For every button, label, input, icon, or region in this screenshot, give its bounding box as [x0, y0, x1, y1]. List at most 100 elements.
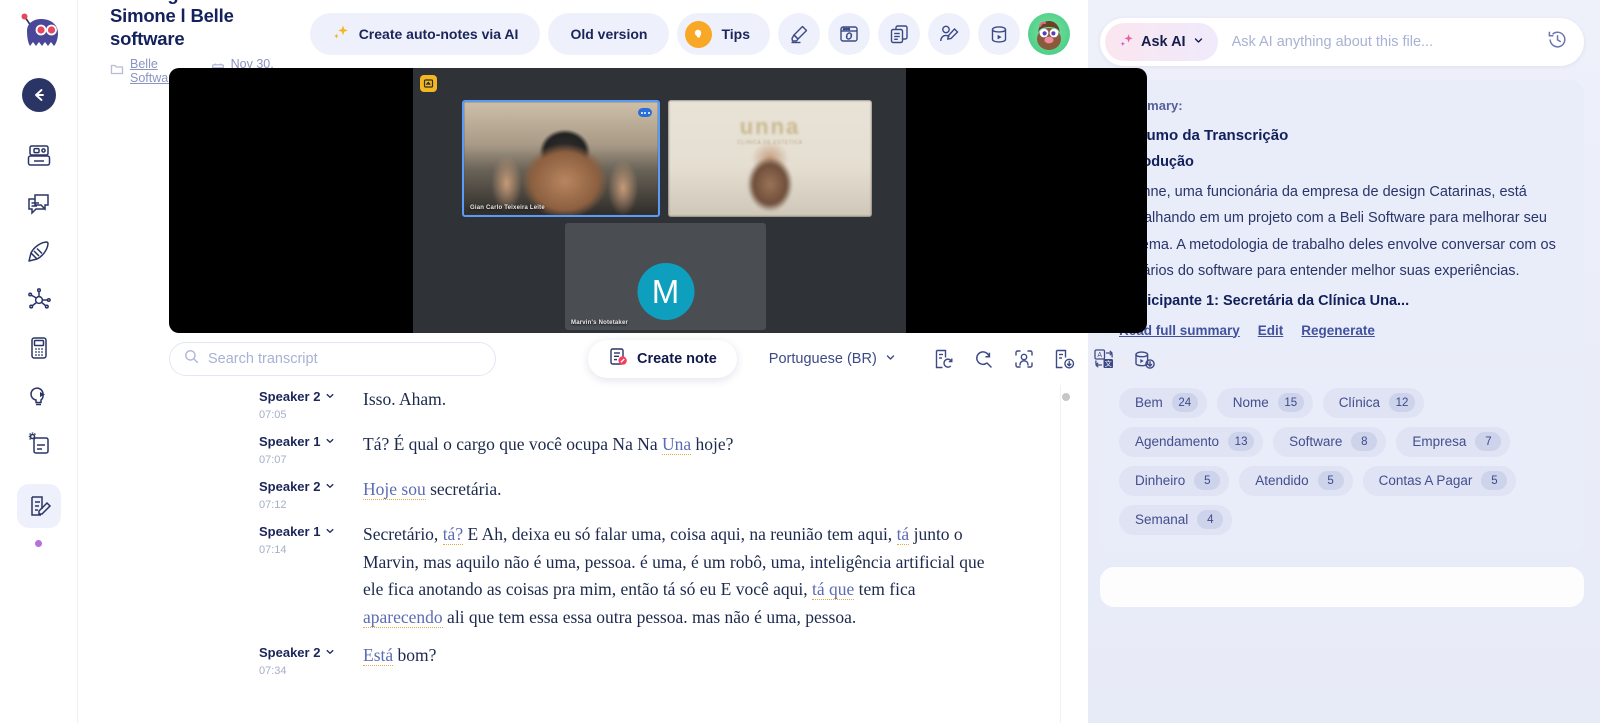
sidebar-item-document-ai[interactable]	[17, 422, 61, 466]
lightbulb-icon	[685, 20, 713, 48]
transcript-highlight: Una	[662, 434, 692, 455]
highlight-button[interactable]	[778, 13, 820, 55]
keyword-tag[interactable]: Empresa 7	[1396, 426, 1511, 457]
keyword-tag-count: 5	[1481, 471, 1508, 490]
sidebar-item-network[interactable]	[17, 278, 61, 322]
back-arrow-icon[interactable]	[21, 78, 56, 112]
edit-participants-button[interactable]	[928, 13, 970, 55]
keyword-tag[interactable]: Software 8	[1273, 426, 1387, 457]
share-link-button[interactable]	[828, 13, 870, 55]
transcript-text[interactable]: Está bom?	[274, 642, 1070, 670]
keyword-tag-count: 13	[1228, 432, 1255, 451]
ask-ai-label: Ask AI	[1141, 34, 1186, 50]
speaker-selector[interactable]: Speaker 2	[259, 645, 334, 660]
transcript-text[interactable]: Tá? É qual o cargo que você ocupa Na Na …	[274, 431, 1070, 459]
sidebar-item-insights[interactable]	[17, 374, 61, 418]
notetaker-avatar-initial: M	[637, 263, 694, 320]
sidebar-item-notes[interactable]	[16, 484, 61, 528]
history-clock-icon[interactable]	[1547, 29, 1568, 55]
svg-text:文: 文	[1104, 359, 1111, 368]
video-tile-participant-1[interactable]: Gian Carlo Teixeira Leite	[462, 100, 660, 217]
transcript-highlight: tá que	[812, 579, 855, 601]
transcript-text[interactable]: Secretário, tá? E Ah, deixa eu só falar …	[274, 521, 1070, 632]
speaker-timestamp: 07:05	[259, 409, 287, 421]
tips-button[interactable]: Tips	[677, 13, 770, 55]
transcript-span: Secretário,	[363, 524, 443, 544]
sidebar-item-mobile[interactable]	[17, 326, 61, 370]
video-player[interactable]: Gian Carlo Teixeira Leite unna CLINICA D…	[169, 68, 1147, 333]
transcript-text[interactable]: Hoje sou secretária.	[274, 476, 1070, 504]
speaker-selector[interactable]: Speaker 2	[259, 479, 334, 494]
ask-ai-input[interactable]	[1231, 34, 1547, 50]
ask-ai-dropdown[interactable]: Ask AI	[1105, 23, 1218, 61]
transcript-row: Speaker 2 07:34 Está bom?	[169, 641, 1070, 686]
create-note-button[interactable]: Create note	[588, 340, 737, 378]
video-tile-participant-2[interactable]: unna CLINICA DE ESTETICA	[668, 100, 872, 217]
keyword-tag-label: Empresa	[1412, 434, 1467, 449]
transcript-text[interactable]: Isso. Aham.	[274, 386, 1070, 414]
translate-button[interactable]: A 文	[1092, 347, 1116, 371]
transcript-speaker-block: Speaker 2 07:05	[169, 386, 334, 421]
keyword-tag-label: Atendido	[1255, 473, 1309, 488]
transcript-span: Isso. Aham.	[363, 389, 447, 409]
video-player-wrapper: Gian Carlo Teixeira Leite unna CLINICA D…	[78, 68, 1147, 333]
transcript-span: bom?	[393, 644, 437, 665]
sidebar-item-archive[interactable]	[17, 134, 61, 178]
speaker-timestamp: 07:14	[259, 544, 287, 556]
keywords-card: Bem 24 Nome 15 Clínica 12 Agendamento 13 Softwar…	[1100, 369, 1584, 553]
tile-name-label: Marvin's Notetaker	[571, 320, 629, 326]
keyword-tag-label: Nome	[1232, 395, 1269, 410]
keyword-tag[interactable]: Dinheiro 5	[1119, 465, 1230, 496]
sidebar-item-rocket[interactable]	[17, 230, 61, 274]
right-panel: Ask AI Summary: Resumo da Transcrição I	[1088, 0, 1600, 723]
transcript-span: secretária.	[425, 479, 502, 499]
keyword-tag[interactable]: Bem 24	[1119, 387, 1207, 418]
speaker-selector[interactable]: Speaker 2	[259, 389, 334, 404]
speaker-selector[interactable]: Speaker 1	[259, 524, 334, 539]
keyword-tag-label: Software	[1289, 434, 1343, 449]
keyword-tag[interactable]: Atendido 5	[1239, 465, 1353, 496]
search-icon	[184, 349, 199, 369]
search-transcript-field[interactable]	[169, 342, 496, 376]
keyword-tag[interactable]: Contas A Pagar 5	[1362, 465, 1517, 496]
transcript-scrollbar[interactable]	[1060, 385, 1070, 723]
user-avatar[interactable]	[1028, 13, 1070, 55]
download-transcript-button[interactable]	[1052, 347, 1076, 371]
transcript-highlight: aparecendo	[363, 606, 443, 628]
summary-actions: Read full summary Edit Regenerate	[1119, 323, 1565, 338]
search-input[interactable]	[208, 351, 481, 367]
transcript-rows: Speaker 2 07:05 Isso. Aham. Speaker 1 07:07 T…	[169, 385, 1070, 686]
download-video-button[interactable]	[1132, 347, 1156, 371]
speaker-selector[interactable]: Speaker 1	[259, 434, 334, 449]
monster-logo-icon[interactable]	[16, 10, 62, 56]
create-auto-notes-button[interactable]: Create auto-notes via AI	[309, 13, 541, 55]
keyword-tag[interactable]: Clínica 12	[1322, 387, 1425, 418]
old-version-button[interactable]: Old version	[548, 13, 670, 55]
transcript-toolbar: Create note Portuguese (BR)	[169, 333, 1155, 385]
tile-logo-sub-label: CLINICA DE ESTETICA	[737, 140, 803, 146]
recordings-button[interactable]	[978, 13, 1020, 55]
regenerate-summary-link[interactable]: Regenerate	[1301, 323, 1375, 338]
edit-summary-link[interactable]: Edit	[1258, 323, 1284, 338]
duplicate-button[interactable]	[878, 13, 920, 55]
keyword-tag[interactable]: Agendamento 13	[1119, 426, 1264, 457]
speaker-timestamp: 07:07	[259, 454, 287, 466]
active-indicator-dot	[35, 540, 42, 547]
transcript-speaker-block: Speaker 2 07:12	[169, 476, 334, 511]
keyword-tag[interactable]: Semanal 4	[1119, 504, 1233, 535]
transcript-speaker-block: Speaker 2 07:34	[169, 642, 334, 677]
language-selector[interactable]: Portuguese (BR)	[769, 351, 896, 367]
reprocess-transcript-button[interactable]	[932, 347, 956, 371]
keyword-tag-count: 15	[1277, 393, 1304, 412]
keyword-tag[interactable]: Nome 15	[1216, 387, 1313, 418]
tips-label: Tips	[721, 26, 750, 42]
summary-body: Jeanne, uma funcionária da empresa de de…	[1119, 184, 1556, 280]
identify-speakers-button[interactable]	[1012, 347, 1036, 371]
find-replace-button[interactable]	[972, 347, 996, 371]
video-tile-notetaker[interactable]: M Marvin's Notetaker	[565, 223, 766, 330]
transcript-body[interactable]: Speaker 2 07:05 Isso. Aham. Speaker 1 07:07 T…	[169, 385, 1070, 723]
sidebar-item-messages[interactable]	[17, 182, 61, 226]
sparkle-icon	[1119, 33, 1134, 52]
keyword-tag-count: 7	[1475, 432, 1502, 451]
tile-menu-icon[interactable]	[638, 108, 652, 117]
